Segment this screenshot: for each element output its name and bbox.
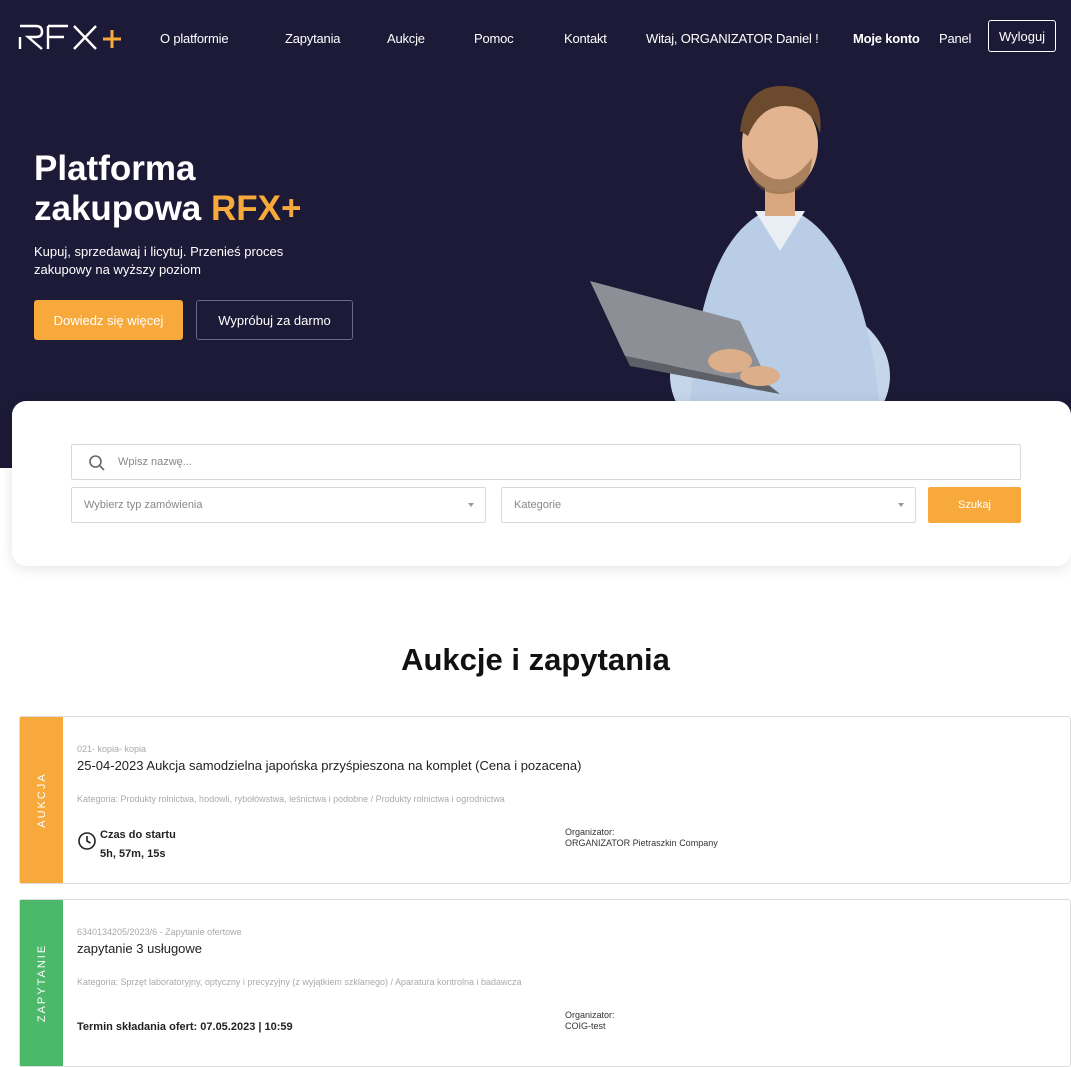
my-account-link[interactable]: Moje konto: [853, 31, 920, 46]
listing-title[interactable]: zapytanie 3 usługowe: [77, 941, 202, 956]
nav-link-zapytania[interactable]: Zapytania: [285, 31, 340, 46]
hero-title-line1: Platforma: [34, 149, 196, 188]
chevron-down-icon: [898, 503, 904, 507]
search-panel: Wpisz nazwę... Wybierz typ zamówienia Ka…: [12, 401, 1071, 566]
nav-link-o-platformie[interactable]: O platformie: [160, 31, 229, 46]
hero-section: O platformie Zapytania Aukcje Pomoc Kont…: [0, 0, 1071, 468]
learn-more-button[interactable]: Dowiedz się więcej: [34, 300, 183, 340]
organizer-name: ORGANIZATOR Pietraszkin Company: [565, 838, 718, 848]
listing-card-auction[interactable]: AUKCJA 021- kopia- kopia 25-04-2023 Aukc…: [19, 716, 1071, 884]
hero-title-accent: RFX+: [211, 189, 302, 228]
order-type-placeholder: Wybierz typ zamówienia: [84, 499, 203, 511]
top-navigation: O platformie Zapytania Aukcje Pomoc Kont…: [0, 0, 1071, 74]
hero-subtitle: Kupuj, sprzedawaj i licytuj. Przenieś pr…: [34, 244, 284, 277]
hero-person-image: [590, 85, 890, 406]
organizer-label: Organizator:: [565, 827, 615, 837]
listing-card-inquiry[interactable]: ZAPYTANIE 6340134205/2023/6 - Zapytanie …: [19, 899, 1071, 1067]
search-input[interactable]: Wpisz nazwę...: [71, 444, 1021, 480]
listing-code: 021- kopia- kopia: [77, 744, 147, 754]
order-type-select[interactable]: Wybierz typ zamówienia: [71, 487, 486, 523]
listing-category: Kategoria: Produkty rolnictwa, hodowli, …: [77, 794, 505, 804]
chevron-down-icon: [468, 503, 474, 507]
hero-title-word: zakupowa: [34, 189, 202, 228]
nav-link-aukcje[interactable]: Aukcje: [387, 31, 425, 46]
section-title: Aukcje i zapytania: [401, 642, 670, 677]
hero-title: Platforma zakupowa RFX+: [34, 149, 301, 229]
timer-label: Czas do startu: [100, 829, 176, 841]
search-button[interactable]: Szukaj: [928, 487, 1021, 523]
category-select[interactable]: Kategorie: [501, 487, 916, 523]
logout-button[interactable]: Wyloguj: [988, 20, 1056, 52]
listing-category: Kategoria: Sprzęt laboratoryjny, optyczn…: [77, 977, 522, 987]
listing-type-label: ZAPYTANIE: [35, 943, 48, 1023]
user-greeting: Witaj, ORGANIZATOR Daniel !: [646, 31, 819, 46]
organizer-label: Organizator:: [565, 1010, 615, 1020]
listing-type-label: AUKCJA: [35, 772, 48, 828]
try-free-button[interactable]: Wypróbuj za darmo: [196, 300, 353, 340]
search-placeholder: Wpisz nazwę...: [118, 456, 192, 468]
nav-link-kontakt[interactable]: Kontakt: [564, 31, 607, 46]
listing-type-band: ZAPYTANIE: [20, 900, 63, 1066]
panel-link[interactable]: Panel: [939, 31, 971, 46]
search-icon: [89, 455, 105, 471]
organizer-name: COIG-test: [565, 1021, 606, 1031]
listing-type-band: AUKCJA: [20, 717, 63, 883]
category-placeholder: Kategorie: [514, 499, 562, 511]
offer-deadline: Termin składania ofert: 07.05.2023 | 10:…: [77, 1021, 293, 1033]
clock-icon: [78, 832, 96, 850]
rfx-logo[interactable]: [18, 22, 138, 52]
nav-link-pomoc[interactable]: Pomoc: [474, 31, 514, 46]
hero-title-line2: zakupowa RFX+: [34, 189, 301, 229]
listing-code: 6340134205/2023/6 - Zapytanie ofertowe: [77, 927, 242, 937]
listing-title[interactable]: 25-04-2023 Aukcja samodzielna japońska p…: [77, 758, 581, 773]
timer-value: 5h, 57m, 15s: [100, 848, 166, 860]
